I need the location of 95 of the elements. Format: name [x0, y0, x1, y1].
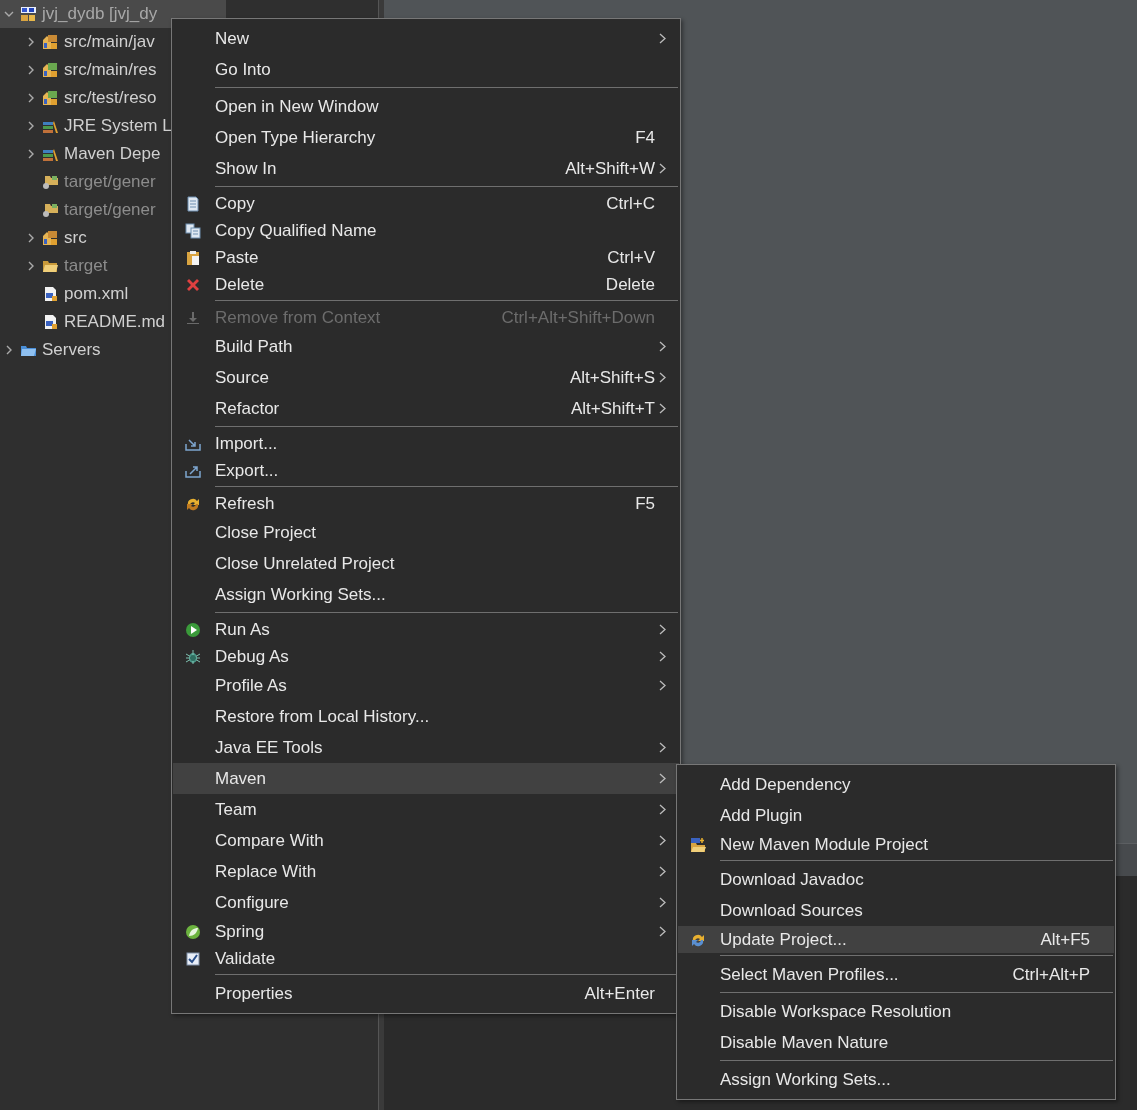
menu-item[interactable]: Disable Workspace Resolution: [678, 996, 1114, 1027]
chevron-icon[interactable]: [26, 37, 36, 47]
play-icon: [185, 621, 201, 638]
menu-item[interactable]: New Maven Module Project: [678, 831, 1114, 858]
down-arrow-icon: [185, 309, 201, 326]
menu-item[interactable]: Compare With: [173, 825, 679, 856]
shortcut-label: Ctrl+V: [607, 247, 655, 268]
chevron-icon[interactable]: [4, 9, 14, 19]
tree-item-label: jvj_dydb [jvj_dy: [42, 4, 158, 24]
bug-icon: [185, 648, 201, 665]
tree-item-label: src: [64, 228, 87, 248]
shortcut-label: Alt+Shift+S: [569, 367, 655, 388]
tree-item-label: Maven Depe: [64, 144, 161, 164]
checkbox-icon: [185, 950, 201, 967]
menu-item[interactable]: Close Project: [173, 517, 679, 548]
menu-item[interactable]: Paste Ctrl+V: [173, 244, 679, 271]
chevron-icon[interactable]: [26, 65, 36, 75]
file-icon: [42, 314, 59, 330]
folder-icon: [42, 174, 59, 190]
tree-item-label: README.md: [64, 312, 166, 332]
chevron-icon[interactable]: [26, 93, 36, 103]
package-folder-icon: [42, 34, 59, 50]
shortcut-label: Alt+Shift+W: [565, 158, 655, 179]
tree-item-label: src/main/jav: [64, 32, 155, 52]
chevron-icon[interactable]: [26, 233, 36, 243]
folder-icon: [690, 836, 706, 853]
menu-item[interactable]: Refresh F5: [173, 490, 679, 517]
menu-item[interactable]: Delete Delete: [173, 271, 679, 298]
tree-item[interactable]: jvj_dydb [jvj_dy: [0, 0, 226, 28]
menu-item[interactable]: Profile As: [173, 670, 679, 701]
tree-item-label: pom.xml: [64, 284, 129, 304]
shortcut-label: Delete: [605, 274, 655, 295]
menu-item[interactable]: Source Alt+Shift+S: [173, 362, 679, 393]
chevron-icon[interactable]: [4, 345, 14, 355]
menu-item[interactable]: Download Javadoc: [678, 864, 1114, 895]
tree-item-label: target/gener: [64, 172, 156, 192]
menu-item[interactable]: Add Dependency: [678, 769, 1114, 800]
menu-item[interactable]: Open in New Window: [173, 91, 679, 122]
document-icon: [185, 195, 201, 212]
menu-item[interactable]: Team: [173, 794, 679, 825]
menu-item[interactable]: Select Maven Profiles... Ctrl+Alt+P: [678, 959, 1114, 990]
package-folder-icon: [42, 230, 59, 246]
chevron-icon[interactable]: [26, 121, 36, 131]
tree-item-label: src/test/reso: [64, 88, 157, 108]
tree-item-label: target: [64, 256, 108, 276]
menu-item[interactable]: Validate: [173, 945, 679, 972]
shortcut-label: Alt+Enter: [584, 983, 655, 1004]
shortcut-label: Alt+Shift+T: [570, 398, 655, 419]
shortcut-label: Ctrl+Alt+Shift+Down: [501, 307, 655, 328]
folder-icon: [42, 202, 59, 218]
clipboard-icon: [185, 249, 201, 266]
folder-icon: [42, 258, 59, 274]
menu-item[interactable]: Import...: [173, 430, 679, 457]
shortcut-label: F5: [635, 493, 655, 514]
menu-item[interactable]: Copy Qualified Name: [173, 217, 679, 244]
menu-item[interactable]: Maven: [173, 763, 679, 794]
menu-item[interactable]: Assign Working Sets...: [173, 579, 679, 610]
menu-item[interactable]: Export...: [173, 457, 679, 484]
shortcut-label: Ctrl+Alt+P: [1012, 964, 1090, 985]
file-icon: [42, 286, 59, 302]
package-folder-icon: [42, 62, 59, 78]
leaf-icon: [185, 923, 201, 940]
menu-item[interactable]: Java EE Tools: [173, 732, 679, 763]
menu-item[interactable]: Refactor Alt+Shift+T: [173, 393, 679, 424]
menu-item[interactable]: Properties Alt+Enter: [173, 978, 679, 1009]
menu-item[interactable]: Download Sources: [678, 895, 1114, 926]
menu-item[interactable]: Assign Working Sets...: [678, 1064, 1114, 1095]
tree-item-label: src/main/res: [64, 60, 157, 80]
shortcut-label: F4: [635, 127, 655, 148]
menu-item[interactable]: Run As: [173, 616, 679, 643]
menu-item[interactable]: Go Into: [173, 54, 679, 85]
tree-item-label: JRE System L: [64, 116, 172, 136]
menu-item[interactable]: Replace With: [173, 856, 679, 887]
menu-item[interactable]: Debug As: [173, 643, 679, 670]
menu-item[interactable]: Disable Maven Nature: [678, 1027, 1114, 1058]
package-folder-icon: [42, 90, 59, 106]
menu-item[interactable]: Open Type Hierarchy F4: [173, 122, 679, 153]
shortcut-label: Ctrl+C: [606, 193, 655, 214]
shortcut-label: Alt+F5: [1040, 929, 1090, 950]
tree-item-label: Servers: [42, 340, 101, 360]
menu-item[interactable]: Show In Alt+Shift+W: [173, 153, 679, 184]
menu-item[interactable]: Configure: [173, 887, 679, 918]
menu-item[interactable]: Spring: [173, 918, 679, 945]
project-icon: [20, 6, 37, 22]
chevron-icon[interactable]: [26, 261, 36, 271]
menu-item[interactable]: Update Project... Alt+F5: [678, 926, 1114, 953]
chevron-icon[interactable]: [26, 149, 36, 159]
menu-item[interactable]: Close Unrelated Project: [173, 548, 679, 579]
delete-icon: [185, 276, 201, 293]
menu-item[interactable]: Add Plugin: [678, 800, 1114, 831]
documents-icon: [185, 222, 201, 239]
menu-item[interactable]: Restore from Local History...: [173, 701, 679, 732]
menu-item[interactable]: Build Path: [173, 331, 679, 362]
menu-item[interactable]: Copy Ctrl+C: [173, 190, 679, 217]
tree-item-label: target/gener: [64, 200, 156, 220]
